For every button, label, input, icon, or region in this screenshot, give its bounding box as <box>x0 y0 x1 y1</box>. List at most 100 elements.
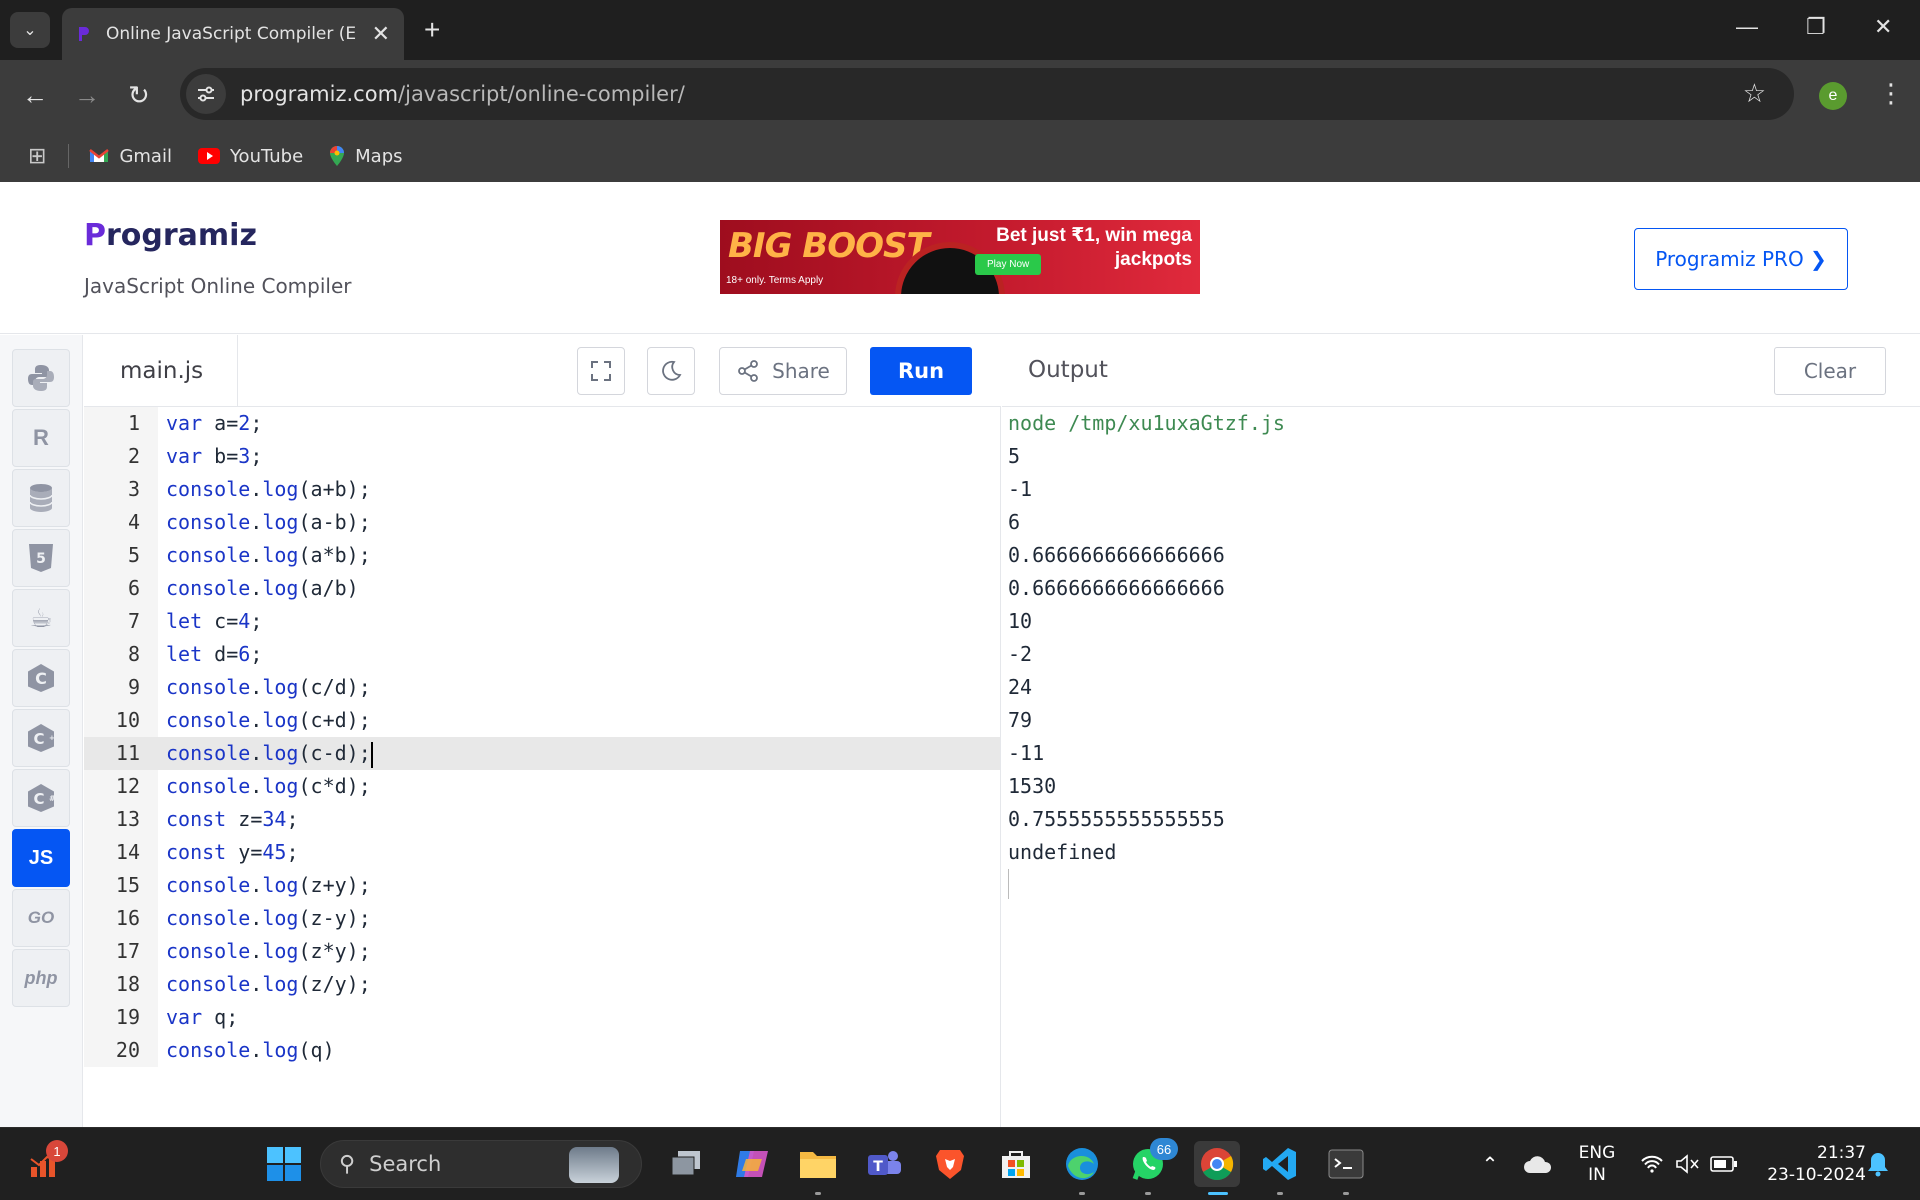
wifi-icon[interactable] <box>1632 1144 1672 1184</box>
dark-mode-button[interactable] <box>647 347 695 395</box>
code-line[interactable]: 5 console.log(a*b); <box>84 539 1000 572</box>
bookmark-youtube[interactable]: YouTube <box>197 146 303 167</box>
code-line[interactable]: 8 let d=6; <box>84 638 1000 671</box>
terminal-icon[interactable] <box>1326 1144 1366 1184</box>
code-line[interactable]: 18 console.log(z/y); <box>84 968 1000 1001</box>
text-caret <box>370 741 373 768</box>
lang-go[interactable]: GO <box>12 889 70 947</box>
code-line[interactable]: 10 console.log(c+d); <box>84 704 1000 737</box>
bookmark-gmail[interactable]: Gmail <box>89 146 172 167</box>
code-line[interactable]: 9 console.log(c/d); <box>84 671 1000 704</box>
code-line[interactable]: 14 const y=45; <box>84 836 1000 869</box>
advertisement-banner[interactable]: BIG BOOST Bet just ₹1, win mega jackpots… <box>720 220 1200 294</box>
code-line[interactable]: 6 console.log(a/b) <box>84 572 1000 605</box>
code-text: console.log(c-d); <box>166 737 373 770</box>
brave-browser-icon[interactable] <box>930 1144 970 1184</box>
lang-csharp[interactable]: C # <box>12 769 70 827</box>
fullscreen-button[interactable] <box>577 347 625 395</box>
reload-icon[interactable]: ↻ <box>128 80 150 111</box>
edge-icon[interactable] <box>1062 1144 1102 1184</box>
address-bar[interactable]: programiz.com/javascript/online-compiler… <box>180 68 1794 120</box>
copilot-icon[interactable] <box>732 1144 772 1184</box>
lang-python[interactable] <box>12 349 70 407</box>
programiz-logo[interactable]: Programiz <box>84 218 257 253</box>
lang-r[interactable]: R <box>12 409 70 467</box>
share-button[interactable]: Share <box>719 347 847 395</box>
site-info-icon[interactable] <box>186 74 226 114</box>
show-hidden-icons-chevron-icon[interactable]: ⌃ <box>1470 1144 1510 1184</box>
go-icon: GO <box>27 908 55 927</box>
forward-arrow-icon[interactable]: → <box>74 80 100 111</box>
line-number: 7 <box>127 609 140 633</box>
code-editor[interactable]: 1 var a=2; 2 var b=3; 3 console.log(a+b); 4 con… <box>84 407 1001 1127</box>
new-tab-button[interactable]: + <box>424 14 440 46</box>
microsoft-store-icon[interactable] <box>996 1144 1036 1184</box>
lang-sql[interactable] <box>12 469 70 527</box>
code-line[interactable]: 1 var a=2; <box>84 407 1000 440</box>
profile-avatar[interactable]: e <box>1819 82 1847 110</box>
code-line[interactable]: 17 console.log(z*y); <box>84 935 1000 968</box>
code-text: console.log(z+y); <box>166 873 371 897</box>
notification-bell-icon[interactable] <box>1858 1144 1898 1184</box>
code-line[interactable]: 20 console.log(q) <box>84 1034 1000 1067</box>
onedrive-cloud-icon[interactable] <box>1518 1144 1558 1184</box>
bookmark-star-icon[interactable]: ☆ <box>1743 78 1766 109</box>
start-button[interactable] <box>264 1144 304 1184</box>
lang-html[interactable]: 5 <box>12 529 70 587</box>
output-line: -2 <box>1008 642 1033 666</box>
lang-cpp[interactable]: C ++ <box>12 709 70 767</box>
code-line[interactable]: 2 var b=3; <box>84 440 1000 473</box>
code-line[interactable]: 3 console.log(a+b); <box>84 473 1000 506</box>
url-text[interactable]: programiz.com/javascript/online-compiler… <box>240 82 685 106</box>
file-tab-main-js[interactable]: main.js <box>84 335 238 407</box>
bookmarks-bar: ⊞ Gmail YouTube Maps <box>0 130 1920 182</box>
csharp-icon: C # <box>28 784 56 812</box>
code-line[interactable]: 15 console.log(z+y); <box>84 869 1000 902</box>
language-region: IN <box>1588 1165 1606 1185</box>
tab-close-icon[interactable]: ✕ <box>372 21 390 47</box>
run-button[interactable]: Run <box>870 347 972 395</box>
code-line[interactable]: 19 var q; <box>84 1001 1000 1034</box>
code-line[interactable]: 11 console.log(c-d); <box>84 737 1000 770</box>
code-line[interactable]: 7 let c=4; <box>84 605 1000 638</box>
code-line[interactable]: 12 console.log(c*d); <box>84 770 1000 803</box>
windows-logo-icon <box>267 1147 301 1181</box>
output-console[interactable]: node /tmp/xu1uxaGtzf.js 5 -1 6 0.6666666666… <box>1002 407 1920 1127</box>
browser-menu-icon[interactable]: ⋮ <box>1878 78 1904 109</box>
lang-javascript[interactable]: JS <box>12 829 70 887</box>
task-view-icon[interactable] <box>666 1144 706 1184</box>
system-clock[interactable]: 21:37 23-10-2024 <box>1756 1142 1866 1186</box>
code-line[interactable]: 4 console.log(a-b); <box>84 506 1000 539</box>
volume-muted-icon[interactable] <box>1668 1144 1708 1184</box>
php-icon: php <box>24 967 58 988</box>
line-number: 16 <box>115 906 140 930</box>
browser-tab[interactable]: Online JavaScript Compiler (Edi ✕ <box>62 8 404 60</box>
chrome-icon[interactable] <box>1194 1141 1240 1187</box>
lang-c[interactable]: C <box>12 649 70 707</box>
battery-icon[interactable] <box>1704 1144 1744 1184</box>
apps-grid-icon[interactable]: ⊞ <box>28 143 46 169</box>
restore-icon[interactable]: ❐ <box>1806 14 1826 40</box>
vscode-icon[interactable] <box>1260 1144 1300 1184</box>
lang-java[interactable]: ☕ <box>12 589 70 647</box>
input-language-indicator[interactable]: ENG IN <box>1576 1142 1618 1186</box>
programiz-pro-button[interactable]: Programiz PRO ❯ <box>1634 228 1848 290</box>
python-icon <box>28 365 54 391</box>
code-text: var a=2; <box>166 411 263 435</box>
taskbar-search[interactable]: ⚲ Search <box>320 1140 642 1188</box>
back-arrow-icon[interactable]: ← <box>22 80 48 111</box>
code-line[interactable]: 13 const z=34; <box>84 803 1000 836</box>
tab-title: Online JavaScript Compiler (Edi <box>106 24 356 44</box>
bookmark-maps[interactable]: Maps <box>329 146 403 167</box>
ad-play-now-button[interactable]: Play Now <box>975 254 1042 275</box>
clear-button[interactable]: Clear <box>1774 347 1886 395</box>
minimize-icon[interactable]: — <box>1736 14 1758 40</box>
code-line[interactable]: 16 console.log(z-y); <box>84 902 1000 935</box>
tab-search-button[interactable]: ⌄ <box>10 12 50 48</box>
close-window-icon[interactable]: ✕ <box>1874 14 1892 40</box>
lang-php[interactable]: php <box>12 949 70 1007</box>
file-explorer-icon[interactable] <box>798 1144 838 1184</box>
code-text: console.log(z*y); <box>166 939 371 963</box>
teams-icon[interactable]: T <box>864 1144 904 1184</box>
search-placeholder: Search <box>369 1152 442 1176</box>
